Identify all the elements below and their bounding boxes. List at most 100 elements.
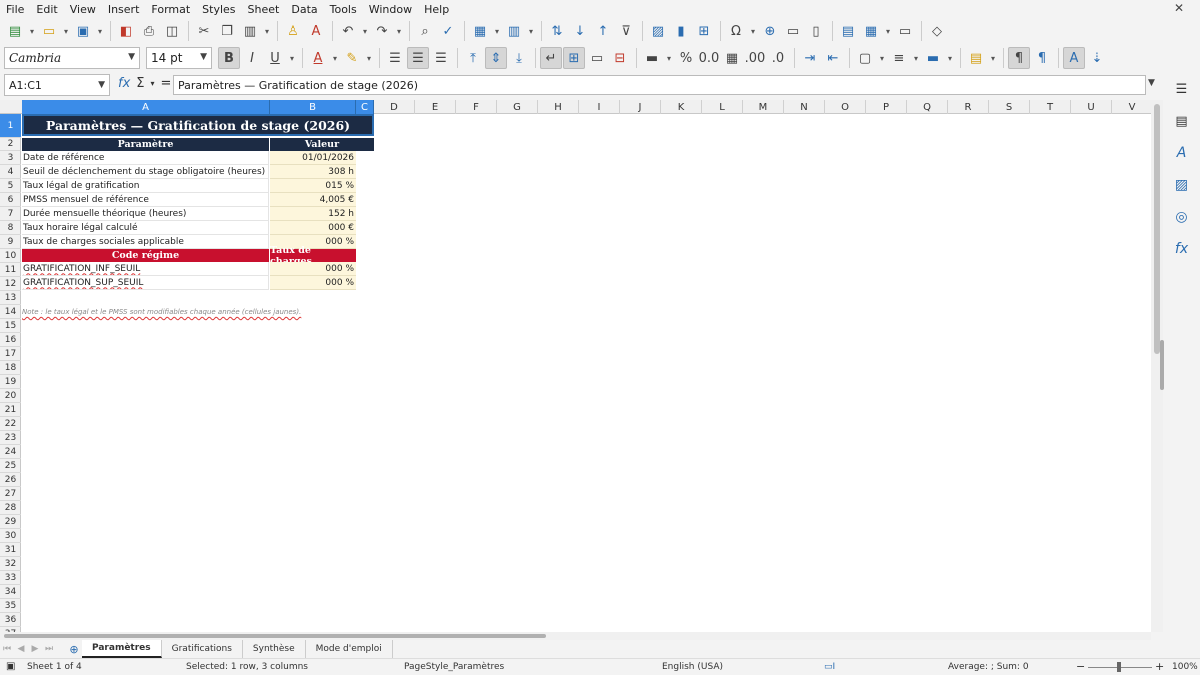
param-value[interactable]: 152 h xyxy=(270,207,356,221)
export-pdf-icon[interactable]: ◧ xyxy=(115,20,137,42)
menu-insert[interactable]: Insert xyxy=(102,3,146,16)
row-header-26[interactable]: 26 xyxy=(0,473,21,487)
open-dropdown-icon[interactable]: ▾ xyxy=(61,20,71,42)
align-center-icon[interactable]: ☰ xyxy=(407,47,429,69)
name-box[interactable]: A1:C1 ▼ xyxy=(4,74,110,96)
menu-window[interactable]: Window xyxy=(363,3,418,16)
conditional-dropdown-icon[interactable]: ▾ xyxy=(988,47,998,69)
row-header-14[interactable]: 14 xyxy=(0,305,21,319)
regime-code[interactable]: GRATIFICATION_INF_SEUIL xyxy=(22,262,269,276)
sort-descending-icon[interactable]: ↑ xyxy=(592,20,614,42)
font-color-dropdown-icon[interactable]: ▾ xyxy=(330,47,340,69)
column-header-q[interactable]: Q xyxy=(907,100,948,114)
row-header-4[interactable]: 4 xyxy=(0,165,21,179)
text-direction-vertical-icon[interactable]: ⇣ xyxy=(1086,47,1108,69)
tab-mode-emploi[interactable]: Mode d'emploi xyxy=(306,640,393,658)
first-sheet-icon[interactable]: ⏮ xyxy=(0,642,14,656)
horizontal-scrollbar[interactable] xyxy=(0,632,1151,640)
row-header-7[interactable]: 7 xyxy=(0,207,21,221)
row-header-17[interactable]: 17 xyxy=(0,347,21,361)
font-name-box[interactable]: Cambria ▼ xyxy=(4,47,140,69)
column-header-h[interactable]: H xyxy=(538,100,579,114)
sheet-position[interactable]: Sheet 1 of 4 xyxy=(27,662,82,672)
column-header-a[interactable]: A xyxy=(22,100,270,114)
properties-icon[interactable]: ▤ xyxy=(1171,110,1193,132)
column-header-d[interactable]: D xyxy=(374,100,415,114)
row-header-29[interactable]: 29 xyxy=(0,515,21,529)
column-header-b[interactable]: B xyxy=(270,100,356,114)
header-valeur[interactable]: Valeur xyxy=(270,138,374,151)
row-header-11[interactable]: 11 xyxy=(0,263,21,277)
column-header-v[interactable]: V xyxy=(1112,100,1151,114)
column-header-r[interactable]: R xyxy=(948,100,989,114)
freeze-rows-columns-icon[interactable]: ▦ xyxy=(860,20,882,42)
function-wizard-icon[interactable]: fx xyxy=(118,76,130,91)
formula-equals-icon[interactable]: = xyxy=(161,76,172,91)
menu-tools[interactable]: Tools xyxy=(324,3,363,16)
close-document-icon[interactable]: ✕ xyxy=(1168,1,1190,15)
zoom-level[interactable]: 100% xyxy=(1172,662,1198,672)
menu-file[interactable]: File xyxy=(0,3,30,16)
sidebar-menu-icon[interactable]: ☰ xyxy=(1171,78,1193,100)
right-to-left-icon[interactable]: ¶ xyxy=(1031,47,1053,69)
comment-icon[interactable]: ▭ xyxy=(782,20,804,42)
format-date-icon[interactable]: ▦ xyxy=(721,47,743,69)
add-decimal-icon[interactable]: .00 xyxy=(744,47,766,69)
column-header-n[interactable]: N xyxy=(784,100,825,114)
undo-icon[interactable]: ↶ xyxy=(337,20,359,42)
param-label[interactable]: Date de référence xyxy=(22,151,269,165)
row-header-9[interactable]: 9 xyxy=(0,235,21,249)
format-number-icon[interactable]: 0.0 xyxy=(698,47,720,69)
sort-ascending-icon[interactable]: ↓ xyxy=(569,20,591,42)
merge-center-icon[interactable]: ⊞ xyxy=(563,47,585,69)
param-label[interactable]: Durée mensuelle théorique (heures) xyxy=(22,207,269,221)
bold-icon[interactable]: B xyxy=(218,47,240,69)
spreadsheet-grid[interactable]: ABCDEFGHIJKLMNOPQRSTUV 1 2 3 4 5 6 7 8 9 10 11 12 13… xyxy=(0,100,1151,632)
row-dropdown-icon[interactable]: ▾ xyxy=(492,20,502,42)
column-header-c[interactable]: C xyxy=(356,100,374,114)
header-parametre[interactable]: Paramètre xyxy=(22,138,269,151)
title-cell[interactable]: Paramètres — Gratification de stage (202… xyxy=(22,114,374,136)
param-value[interactable]: 01/01/2026 xyxy=(270,151,356,165)
vertical-scroll-thumb[interactable] xyxy=(1154,104,1160,354)
selection-mode-icon[interactable]: ▭Ⅰ xyxy=(824,662,835,672)
menu-view[interactable]: View xyxy=(64,3,102,16)
column-header-j[interactable]: J xyxy=(620,100,661,114)
row-header-15[interactable]: 15 xyxy=(0,319,21,333)
pivot-table-icon[interactable]: ⊞ xyxy=(693,20,715,42)
cut-icon[interactable]: ✂ xyxy=(193,20,215,42)
column-header-g[interactable]: G xyxy=(497,100,538,114)
row-header-1[interactable]: 1 xyxy=(0,114,21,138)
autofilter-icon[interactable]: ⊽ xyxy=(615,20,637,42)
menu-data[interactable]: Data xyxy=(285,3,323,16)
italic-icon[interactable]: I xyxy=(241,47,263,69)
borders-icon[interactable]: ▢ xyxy=(854,47,876,69)
formula-input[interactable]: Paramètres — Gratification de stage (202… xyxy=(173,75,1146,95)
redo-dropdown-icon[interactable]: ▾ xyxy=(394,20,404,42)
split-window-icon[interactable]: ▭ xyxy=(894,20,916,42)
format-currency-icon[interactable]: ▬ xyxy=(641,47,663,69)
align-left-icon[interactable]: ☰ xyxy=(384,47,406,69)
decrease-indent-icon[interactable]: ⇤ xyxy=(822,47,844,69)
border-color-dropdown-icon[interactable]: ▾ xyxy=(945,47,955,69)
previous-sheet-icon[interactable]: ◀ xyxy=(14,642,28,656)
header-taux-charges[interactable]: Taux de charges xyxy=(270,245,356,267)
add-sheet-icon[interactable]: ⊕ xyxy=(66,642,82,656)
param-value[interactable]: 015 % xyxy=(270,179,356,193)
row-header-3[interactable]: 3 xyxy=(0,151,21,165)
column-header-f[interactable]: F xyxy=(456,100,497,114)
row-header-30[interactable]: 30 xyxy=(0,529,21,543)
row-header-22[interactable]: 22 xyxy=(0,417,21,431)
currency-dropdown-icon[interactable]: ▾ xyxy=(664,47,674,69)
param-value[interactable]: 4,005 € xyxy=(270,193,356,207)
tab-synthese[interactable]: Synthèse xyxy=(243,640,306,658)
zoom-out-icon[interactable]: − xyxy=(1076,660,1085,673)
menu-help[interactable]: Help xyxy=(418,3,455,16)
highlight-color-icon[interactable]: ✎ xyxy=(341,47,363,69)
save-icon[interactable]: ▣ xyxy=(72,20,94,42)
row-header-19[interactable]: 19 xyxy=(0,375,21,389)
insert-chart-icon[interactable]: ▮ xyxy=(670,20,692,42)
row-header-10[interactable]: 10 xyxy=(0,249,21,263)
row-header-13[interactable]: 13 xyxy=(0,291,21,305)
align-middle-icon[interactable]: ⇕ xyxy=(485,47,507,69)
